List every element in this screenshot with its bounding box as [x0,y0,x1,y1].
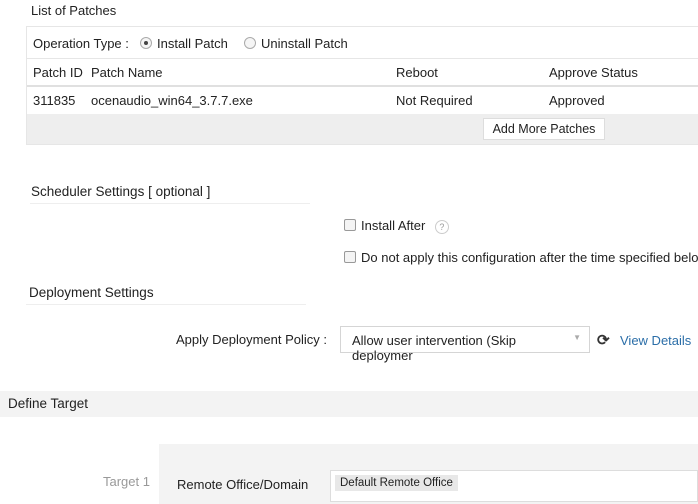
install-after-label: Install After [361,218,426,233]
checkbox-icon [344,219,356,231]
define-target-title: Define Target [8,396,89,411]
list-of-patches-title: List of Patches [31,3,117,18]
install-after-checkbox[interactable]: Install After ? [344,218,449,234]
define-target-bar: Define Target [0,391,698,417]
patch-reboot: Not Required [396,93,473,108]
scheduler-title: Scheduler Settings [ optional ] [31,184,211,199]
refresh-icon[interactable]: ⟳ [597,331,610,349]
col-reboot: Reboot [396,65,438,80]
view-details-link[interactable]: View Details [620,333,691,348]
divider [26,304,306,305]
remote-office-label: Remote Office/Domain [177,477,309,492]
policy-value: Allow user intervention (Skip deploymer [352,333,517,363]
chevron-down-icon: ▼ [573,333,581,342]
uninstall-patch-radio[interactable]: Uninstall Patch [244,36,348,51]
col-patch-name: Patch Name [91,65,163,80]
patches-table: Operation Type : Install Patch Uninstall… [26,26,698,145]
help-icon[interactable]: ? [434,220,449,234]
table-row: 311835 ocenaudio_win64_3.7.7.exe Not Req… [27,87,698,114]
deployment-title: Deployment Settings [29,285,154,300]
deployment-policy-select[interactable]: Allow user intervention (Skip deploymer ▼ [340,326,590,363]
do-not-apply-label: Do not apply this configuration after th… [361,250,698,265]
table-header: Patch ID Patch Name Reboot Approve Statu… [27,59,698,87]
add-more-patches-button[interactable]: Add More Patches [483,118,605,140]
patch-name: ocenaudio_win64_3.7.7.exe [91,93,253,108]
patch-status: Approved [549,93,605,108]
remote-office-tag[interactable]: Default Remote Office [335,475,458,491]
install-patch-radio[interactable]: Install Patch [140,36,228,51]
col-patch-id: Patch ID [33,65,83,80]
divider [30,203,310,204]
checkbox-icon [344,251,356,263]
remote-office-input[interactable]: Default Remote Office [330,470,698,502]
policy-label: Apply Deployment Policy : [175,332,327,347]
radio-selected-icon [140,37,152,49]
patch-id: 311835 [33,93,76,108]
do-not-apply-checkbox[interactable]: Do not apply this configuration after th… [344,250,698,265]
operation-type-label: Operation Type : [33,36,129,51]
install-patch-label: Install Patch [157,36,228,51]
target-label: Target 1 [103,474,150,489]
operation-type-row: Operation Type : Install Patch Uninstall… [27,27,698,59]
uninstall-patch-label: Uninstall Patch [261,36,348,51]
table-footer: Add More Patches [27,114,698,144]
radio-icon [244,37,256,49]
col-approve-status: Approve Status [549,65,638,80]
